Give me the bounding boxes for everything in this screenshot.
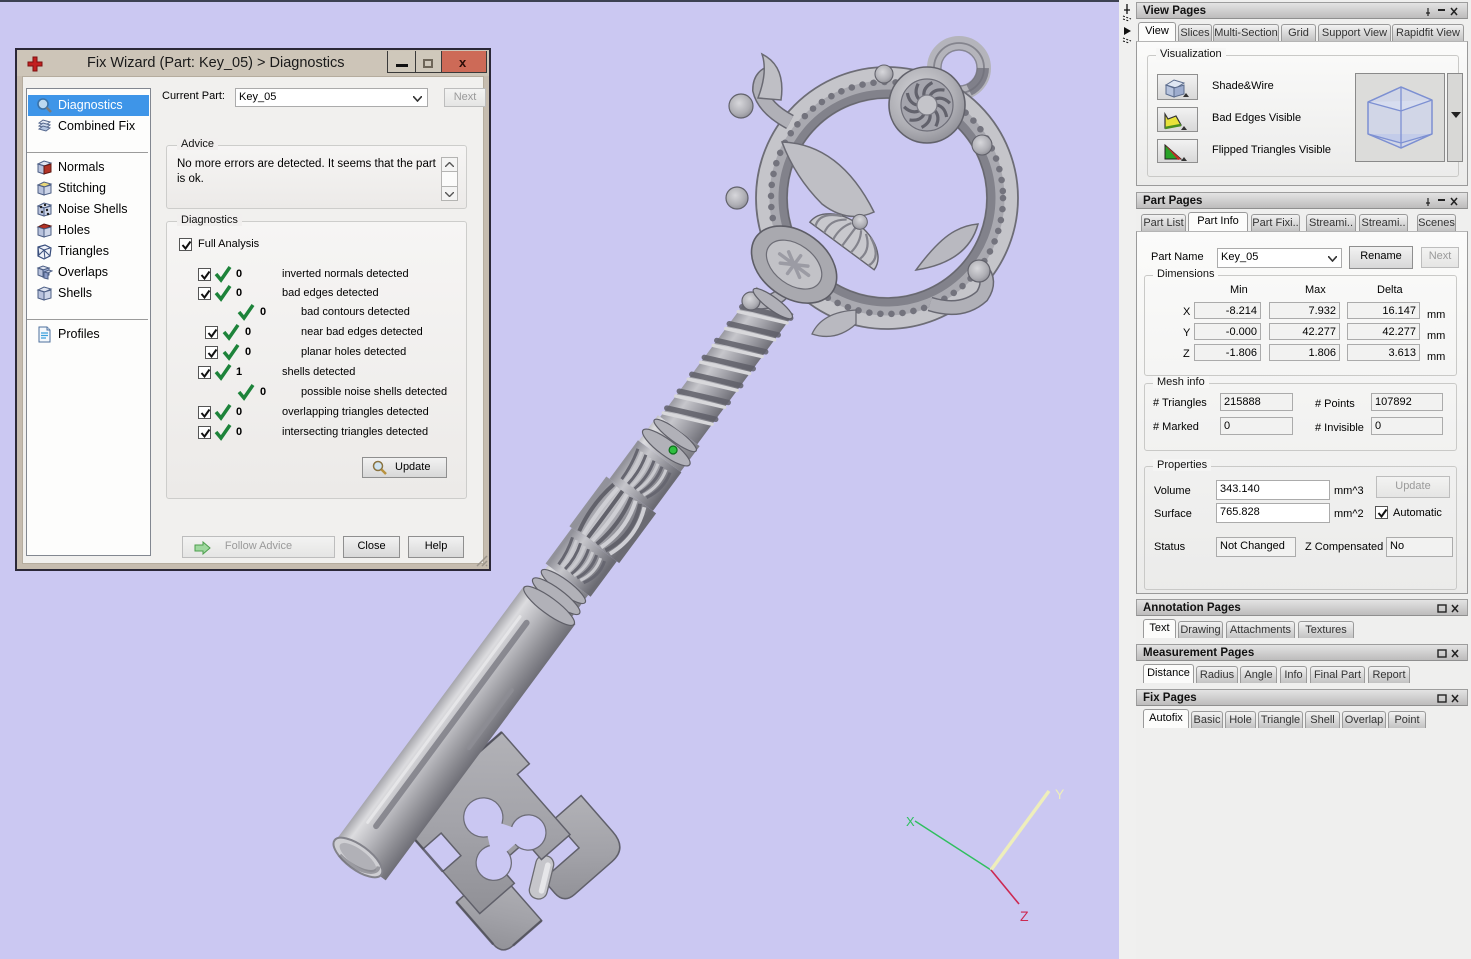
svg-text:Y: Y <box>1055 786 1065 802</box>
svg-text:X: X <box>906 814 915 829</box>
svg-text:Z: Z <box>1020 908 1029 924</box>
